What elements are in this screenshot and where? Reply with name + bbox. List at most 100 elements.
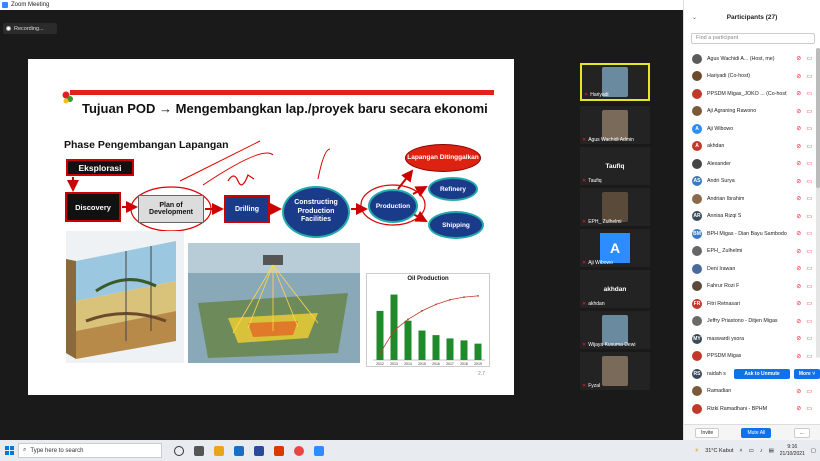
video-off-icon[interactable]: ▭ <box>806 125 812 132</box>
more-options-button[interactable]: ... <box>793 427 810 438</box>
participant-row[interactable]: AR Annisa Rizqi S ⊘ ▭ <box>684 208 814 226</box>
mute-all-button[interactable]: Mute All <box>741 427 772 438</box>
video-off-icon[interactable]: ▭ <box>806 353 812 360</box>
muted-mic-icon[interactable]: ⊘ <box>796 143 801 150</box>
participant-row[interactable]: RS raidah s Ask to Unmute More ˅ <box>684 365 820 383</box>
chrome-icon[interactable] <box>294 445 304 456</box>
participant-row[interactable]: BM BPH Migas - Dian Bayu Sambodo ⊘ ▭ <box>684 225 814 243</box>
muted-mic-icon[interactable]: ⊘ <box>796 248 801 255</box>
clock[interactable]: 9:16 21/10/2021 <box>780 444 805 458</box>
ask-to-unmute-button[interactable]: Ask to Unmute <box>734 368 790 379</box>
muted-mic-icon[interactable]: ⊘ <box>796 318 801 325</box>
stage-lapangan-ditinggalkan: Lapangan Ditinggalkan <box>405 144 481 172</box>
start-button[interactable] <box>0 440 18 461</box>
participant-row[interactable]: Ramadian ⊘ ▭ <box>684 383 814 401</box>
participant-row[interactable]: A Aji Wibowo ⊘ ▭ <box>684 120 814 138</box>
video-off-icon[interactable]: ▭ <box>806 195 812 202</box>
participant-row[interactable]: PPSDM Migas ⊘ ▭ <box>684 348 814 366</box>
tray-arrow-icon[interactable]: ˄ <box>739 448 742 454</box>
muted-mic-icon[interactable]: ⊘ <box>796 265 801 272</box>
video-tile[interactable]: ✕ Agus Wachidi Admin <box>580 106 650 144</box>
muted-mic-icon[interactable]: ⊘ <box>796 160 801 167</box>
video-tile[interactable]: ✕ EPH_ Zulhelmi <box>580 188 650 226</box>
video-tile[interactable]: Taufiq ✕ Taufiq <box>580 147 650 185</box>
invite-button[interactable]: Invite <box>695 427 720 438</box>
participant-row[interactable]: Jeffry Priastono - Ditjen Migas ⊘ ▭ <box>684 313 814 331</box>
video-tile[interactable]: akhdan ✕ akhdan <box>580 270 650 308</box>
participant-row[interactable]: Andrian Ibrahim ⊘ ▭ <box>684 190 814 208</box>
muted-mic-icon[interactable]: ⊘ <box>796 178 801 185</box>
muted-mic-icon[interactable]: ⊘ <box>796 335 801 342</box>
video-off-icon[interactable]: ▭ <box>806 55 812 62</box>
muted-mic-icon[interactable]: ⊘ <box>796 213 801 220</box>
video-tile[interactable]: ✕ Wijaya Kusuma Dewi <box>580 311 650 349</box>
video-off-icon[interactable]: ▭ <box>806 178 812 185</box>
more-button[interactable]: More ˅ <box>794 368 820 379</box>
muted-mic-icon[interactable]: ⊘ <box>796 55 801 62</box>
muted-mic-icon[interactable]: ⊘ <box>796 90 801 97</box>
muted-mic-icon[interactable]: ⊘ <box>796 388 801 395</box>
notifications-icon[interactable]: ▢ <box>811 448 816 454</box>
participant-row[interactable]: Hariyadi (Co-host) ⊘ ▭ <box>684 68 814 86</box>
weather-text[interactable]: 31°C Kabut <box>705 448 733 454</box>
muted-mic-icon[interactable]: ⊘ <box>796 405 801 412</box>
muted-mic-icon[interactable]: ⊘ <box>796 353 801 360</box>
language-icon[interactable]: ▤ <box>769 448 774 454</box>
video-off-icon[interactable]: ▭ <box>806 108 812 115</box>
network-icon[interactable]: ▭ <box>749 448 754 454</box>
muted-mic-icon[interactable]: ⊘ <box>796 108 801 115</box>
video-off-icon[interactable]: ▭ <box>806 143 812 150</box>
video-off-icon[interactable]: ▭ <box>806 388 812 395</box>
participant-row[interactable]: FR Fitri Retnasari ⊘ ▭ <box>684 295 814 313</box>
muted-mic-icon[interactable]: ⊘ <box>796 73 801 80</box>
office-icon[interactable] <box>274 445 284 456</box>
zoom-taskbar-icon[interactable] <box>314 445 324 456</box>
store-icon[interactable] <box>234 445 244 456</box>
participant-avatar <box>692 351 702 362</box>
participant-row[interactable]: A akhdan ⊘ ▭ <box>684 138 814 156</box>
participant-row[interactable]: Fahrur Rozi F ⊘ ▭ <box>684 278 814 296</box>
video-off-icon[interactable]: ▭ <box>806 300 812 307</box>
video-off-icon[interactable]: ▭ <box>806 73 812 80</box>
participant-row[interactable]: Aji Agraning Rawono ⊘ ▭ <box>684 103 814 121</box>
video-tile[interactable]: ✕ Hariyadi <box>580 63 650 101</box>
cortana-icon[interactable] <box>174 445 184 456</box>
mail-icon[interactable] <box>254 445 264 456</box>
participant-row[interactable]: MY maswardi ysora ⊘ ▭ <box>684 330 814 348</box>
taskbar-search[interactable]: ⌕ Type here to search <box>18 443 162 458</box>
video-tile[interactable]: ✕ Fyzal <box>580 352 650 390</box>
video-off-icon[interactable]: ▭ <box>806 265 812 272</box>
participant-row[interactable]: PPSDM Migas_JOKO ... (Co-host) ⊘ ▭ <box>684 85 814 103</box>
video-off-icon[interactable]: ▭ <box>806 405 812 412</box>
video-off-icon[interactable]: ▭ <box>806 90 812 97</box>
video-off-icon[interactable]: ▭ <box>806 160 812 167</box>
video-tile[interactable]: A ✕ Aji Wibowo <box>580 229 650 267</box>
tile-name-label: EPH_ Zulhelmi <box>588 219 622 225</box>
video-off-icon[interactable]: ▭ <box>806 335 812 342</box>
video-off-icon[interactable]: ▭ <box>806 230 812 237</box>
volume-icon[interactable]: ♪ <box>760 448 763 454</box>
scroll-thumb[interactable] <box>816 48 820 188</box>
muted-mic-icon[interactable]: ⊘ <box>796 300 801 307</box>
muted-mic-icon[interactable]: ⊘ <box>796 230 801 237</box>
participant-search-input[interactable]: Find a participant <box>691 33 815 44</box>
task-view-icon[interactable] <box>194 445 204 456</box>
video-off-icon[interactable]: ▭ <box>806 283 812 290</box>
participant-row[interactable]: Deni Irawan ⊘ ▭ <box>684 260 814 278</box>
muted-mic-icon[interactable]: ⊘ <box>796 283 801 290</box>
participant-scrollbar[interactable] <box>816 48 820 358</box>
participant-row[interactable]: Rizki Ramadhani - BPHM ⊘ ▭ <box>684 400 814 418</box>
muted-mic-icon[interactable]: ⊘ <box>796 195 801 202</box>
recording-indicator[interactable]: Recording... <box>3 23 57 34</box>
participant-row[interactable]: AS Andri Surya ⊘ ▭ <box>684 173 814 191</box>
participant-avatar <box>692 193 702 204</box>
participant-row[interactable]: Alexander ⊘ ▭ <box>684 155 814 173</box>
participant-row[interactable]: EPH_ Zulhelmi ⊘ ▭ <box>684 243 814 261</box>
video-off-icon[interactable]: ▭ <box>806 213 812 220</box>
participant-row[interactable]: Agus Wachidi A... (Host, me) ⊘ ▭ <box>684 50 814 68</box>
participant-avatar <box>692 281 702 292</box>
file-explorer-icon[interactable] <box>214 445 224 456</box>
muted-mic-icon[interactable]: ⊘ <box>796 125 801 132</box>
video-off-icon[interactable]: ▭ <box>806 318 812 325</box>
video-off-icon[interactable]: ▭ <box>806 248 812 255</box>
